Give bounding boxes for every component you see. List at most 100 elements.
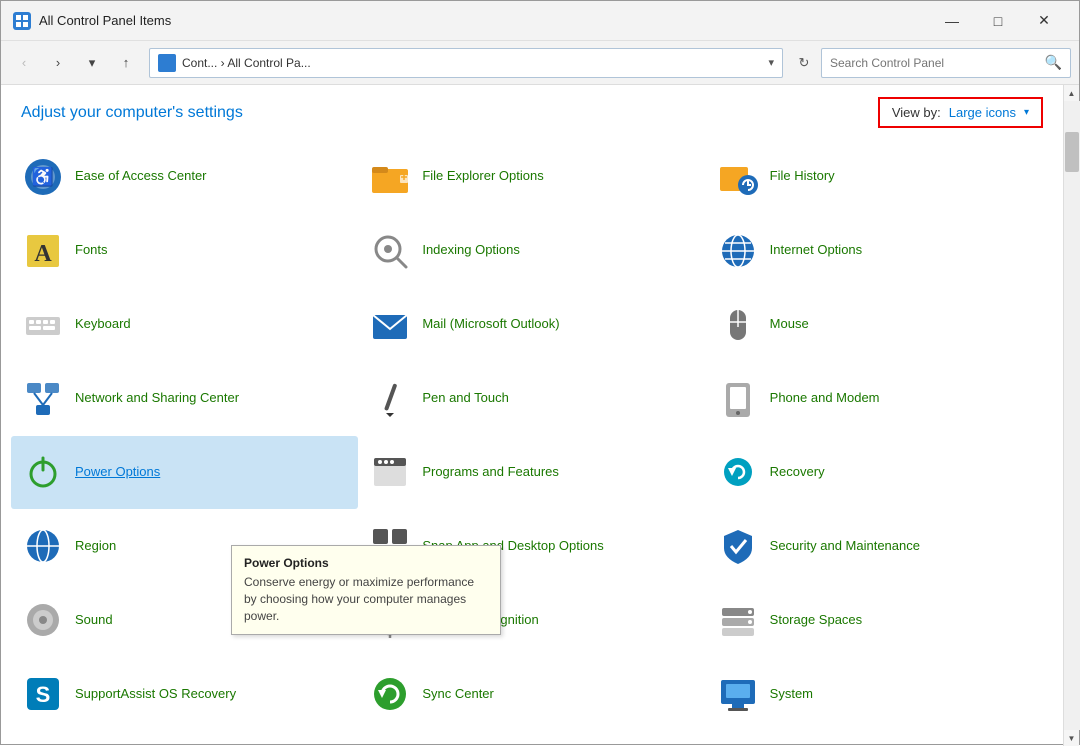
snap-app-icon xyxy=(370,526,410,566)
grid-item-network[interactable]: Network and Sharing Center xyxy=(11,362,358,436)
grid-item-speech[interactable]: Speech Recognition xyxy=(358,583,705,657)
search-icon: 🔍 xyxy=(1045,54,1062,71)
fonts-label: Fonts xyxy=(75,242,108,259)
close-button[interactable]: ✕ xyxy=(1021,1,1067,41)
recovery-icon xyxy=(718,452,758,492)
svg-text:S: S xyxy=(36,682,51,707)
grid-item-sync[interactable]: Sync Center xyxy=(358,657,705,731)
mouse-label: Mouse xyxy=(770,316,809,333)
adjust-settings-text: Adjust your computer's settings xyxy=(21,104,243,122)
view-by-arrow[interactable]: ▾ xyxy=(1024,107,1029,118)
grid-item-file-history[interactable]: File History xyxy=(706,140,1053,214)
maximize-button[interactable]: □ xyxy=(975,1,1021,41)
grid-item-indexing[interactable]: Indexing Options xyxy=(358,214,705,288)
file-history-icon xyxy=(718,157,758,197)
scroll-up-arrow[interactable]: ▲ xyxy=(1064,85,1080,101)
mail-icon xyxy=(370,305,410,345)
mouse-icon xyxy=(718,305,758,345)
title-bar: All Control Panel Items — □ ✕ xyxy=(1,1,1079,41)
address-dropdown-arrow[interactable]: ▾ xyxy=(768,56,774,69)
phone-modem-icon xyxy=(718,379,758,419)
svg-text:A: A xyxy=(34,241,52,267)
grid-item-programs-features[interactable]: Programs and Features xyxy=(358,436,705,510)
speech-label: Speech Recognition xyxy=(422,612,538,629)
svg-text:♿: ♿ xyxy=(32,166,54,187)
grid-item-phone-modem[interactable]: Phone and Modem xyxy=(706,362,1053,436)
grid-item-internet-options[interactable]: Internet Options xyxy=(706,214,1053,288)
grid-item-security[interactable]: Security and Maintenance xyxy=(706,509,1053,583)
grid-item-file-explorer[interactable]: File Explorer Options xyxy=(358,140,705,214)
system-label: System xyxy=(770,686,813,703)
region-label: Region xyxy=(75,538,116,555)
file-explorer-label: File Explorer Options xyxy=(422,168,543,185)
supportassist-icon: S xyxy=(23,674,63,714)
keyboard-label: Keyboard xyxy=(75,316,131,333)
grid-item-keyboard[interactable]: Keyboard xyxy=(11,288,358,362)
scroll-track[interactable] xyxy=(1064,101,1080,730)
nav-bar: ‹ › ▾ ↑ Cont... › All Control Pa... ▾ ↻ … xyxy=(1,41,1079,85)
grid-item-ease-of-access[interactable]: ♿ Ease of Access Center xyxy=(11,140,358,214)
view-by-value[interactable]: Large icons xyxy=(949,105,1016,120)
items-grid: ♿ Ease of Access Center File Explorer Opti… xyxy=(1,136,1063,741)
forward-button[interactable]: › xyxy=(43,48,73,78)
indexing-icon xyxy=(370,231,410,271)
system-icon xyxy=(718,674,758,714)
search-bar[interactable]: 🔍 xyxy=(821,48,1071,78)
address-bar[interactable]: Cont... › All Control Pa... ▾ xyxy=(149,48,783,78)
address-text: Cont... › All Control Pa... xyxy=(182,56,762,70)
search-input[interactable] xyxy=(830,56,1039,70)
security-icon xyxy=(718,526,758,566)
network-icon xyxy=(23,379,63,419)
back-button[interactable]: ‹ xyxy=(9,48,39,78)
grid-item-region[interactable]: Region xyxy=(11,509,358,583)
grid-item-supportassist[interactable]: S SupportAssist OS Recovery xyxy=(11,657,358,731)
region-icon xyxy=(23,526,63,566)
speech-icon xyxy=(370,600,410,640)
scrollbar[interactable]: ▲ ▼ xyxy=(1063,85,1079,746)
address-icon xyxy=(158,54,176,72)
programs-features-icon xyxy=(370,452,410,492)
grid-item-sound[interactable]: Sound xyxy=(11,583,358,657)
grid-item-recovery[interactable]: Recovery xyxy=(706,436,1053,510)
power-label: Power Options xyxy=(75,464,160,481)
up-button[interactable]: ↑ xyxy=(111,48,141,78)
view-by-control[interactable]: View by: Large icons ▾ xyxy=(878,97,1043,128)
grid-item-fonts[interactable]: A Fonts xyxy=(11,214,358,288)
power-icon xyxy=(23,452,63,492)
supportassist-label: SupportAssist OS Recovery xyxy=(75,686,236,703)
programs-features-label: Programs and Features xyxy=(422,464,559,481)
app-icon xyxy=(13,12,31,30)
indexing-label: Indexing Options xyxy=(422,242,520,259)
recovery-label: Recovery xyxy=(770,464,825,481)
ease-of-access-label: Ease of Access Center xyxy=(75,168,207,185)
grid-item-system[interactable]: System xyxy=(706,657,1053,731)
internet-options-label: Internet Options xyxy=(770,242,863,259)
window-title: All Control Panel Items xyxy=(39,13,929,28)
main-panel: Adjust your computer's settings View by:… xyxy=(1,85,1063,746)
pen-touch-label: Pen and Touch xyxy=(422,390,509,407)
grid-item-mouse[interactable]: Mouse xyxy=(706,288,1053,362)
refresh-button[interactable]: ↻ xyxy=(791,50,817,76)
internet-options-icon xyxy=(718,231,758,271)
sync-label: Sync Center xyxy=(422,686,494,703)
grid-item-snap-app[interactable]: Snap App and Desktop Options xyxy=(358,509,705,583)
grid-item-storage[interactable]: Storage Spaces xyxy=(706,583,1053,657)
network-label: Network and Sharing Center xyxy=(75,390,239,407)
mail-label: Mail (Microsoft Outlook) xyxy=(422,316,559,333)
grid-item-mail[interactable]: Mail (Microsoft Outlook) xyxy=(358,288,705,362)
dropdown-recent-button[interactable]: ▾ xyxy=(77,48,107,78)
grid-item-power[interactable]: Power Options xyxy=(11,436,358,510)
storage-label: Storage Spaces xyxy=(770,612,863,629)
file-explorer-icon xyxy=(370,157,410,197)
minimize-button[interactable]: — xyxy=(929,1,975,41)
storage-icon xyxy=(718,600,758,640)
sound-label: Sound xyxy=(75,612,113,629)
file-history-label: File History xyxy=(770,168,835,185)
phone-modem-label: Phone and Modem xyxy=(770,390,880,407)
grid-item-pen-touch[interactable]: Pen and Touch xyxy=(358,362,705,436)
scroll-thumb[interactable] xyxy=(1065,132,1079,172)
scroll-down-arrow[interactable]: ▼ xyxy=(1064,730,1080,746)
window-controls: — □ ✕ xyxy=(929,1,1067,41)
keyboard-icon xyxy=(23,305,63,345)
sound-icon xyxy=(23,600,63,640)
